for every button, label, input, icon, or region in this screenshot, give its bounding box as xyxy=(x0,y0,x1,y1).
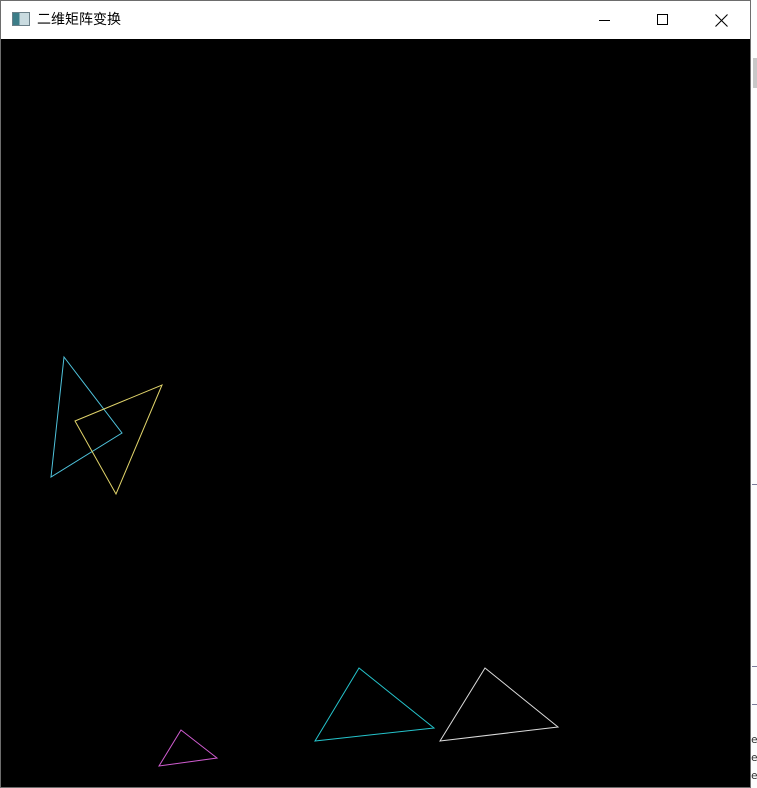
background-text: e xyxy=(751,733,757,746)
maximize-button[interactable] xyxy=(634,1,692,39)
drawing-canvas xyxy=(1,39,750,787)
cyan-rotated-triangle xyxy=(50,355,123,478)
background-divider xyxy=(752,666,757,667)
title-bar[interactable]: 二维矩阵变换 xyxy=(1,1,750,39)
background-text: e xyxy=(751,769,757,782)
background-divider xyxy=(752,484,757,485)
white-triangle xyxy=(439,667,560,742)
yellow-triangle xyxy=(74,384,163,496)
minimize-icon xyxy=(599,20,610,21)
app-window-icon xyxy=(12,12,30,26)
background-scrollbar-thumb xyxy=(753,58,757,88)
cyan-triangle xyxy=(314,667,436,742)
app-window: 二维矩阵变换 xyxy=(0,0,751,788)
triangle-drawing xyxy=(50,355,560,767)
window-title: 二维矩阵变换 xyxy=(37,12,121,28)
close-button[interactable] xyxy=(692,1,750,39)
close-icon xyxy=(714,13,728,27)
background-text: e xyxy=(751,751,757,764)
background-window-edge xyxy=(751,0,757,788)
maximize-icon xyxy=(657,14,668,25)
magenta-small-triangle xyxy=(158,729,219,767)
minimize-button[interactable] xyxy=(576,1,634,39)
background-divider xyxy=(752,704,757,705)
